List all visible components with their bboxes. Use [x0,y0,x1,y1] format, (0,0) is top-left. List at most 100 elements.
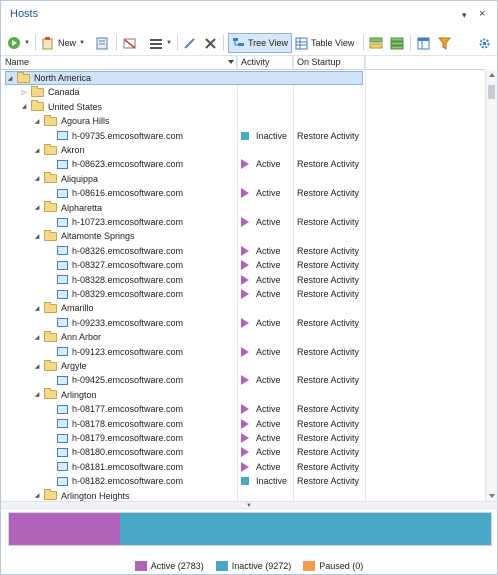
panel-splitter[interactable]: ▼ [1,501,497,509]
expand-arrow-icon[interactable]: ▷ [20,89,28,96]
list-options-icon [150,38,162,49]
on-startup-cell: Restore Activity [297,346,360,357]
on-startup-cell: Restore Activity [297,130,360,141]
host-name: h-09425.emcosoftware.com [72,375,184,386]
start-activity-button[interactable]: ▼ [7,33,30,53]
host-name: h-08177.emcosoftware.com [72,404,184,415]
computer-icon [57,246,68,256]
folder-icon [44,388,57,400]
table-row[interactable]: h-08178.emcosoftware.com Active Restore Ac… [1,417,485,431]
expand-all-button[interactable] [369,33,383,53]
column-header-activity[interactable]: Activity [237,56,293,70]
folder-icon [44,143,57,155]
tree-folder-row[interactable]: ◢ Aliquippa [1,172,485,186]
collapse-all-button[interactable] [390,33,404,53]
folder-label: Amarillo [61,303,94,314]
pin-icon[interactable]: ▾ [462,10,467,21]
table-row[interactable]: h-08181.emcosoftware.com Active Restore Ac… [1,460,485,474]
collapse-arrow-icon[interactable]: ◢ [6,75,14,82]
toolbar-separator [35,35,36,51]
tree-folder-row[interactable]: ◢ North America [1,71,485,85]
active-status-icon [241,245,249,256]
table-row[interactable]: h-08177.emcosoftware.com Active Restore Ac… [1,402,485,416]
name-cell: h-09735.emcosoftware.com [46,129,183,143]
on-startup-cell: Restore Activity [297,289,360,299]
collapse-arrow-icon[interactable]: ◢ [33,492,41,499]
activity-cell: Active [241,258,281,272]
table-row[interactable]: h-08326.emcosoftware.com Active Restore Ac… [1,244,485,258]
chevron-down-icon: ▼ [79,40,85,46]
table-row[interactable]: h-09233.emcosoftware.com Active Restore Ac… [1,316,485,330]
table-row[interactable]: h-08327.emcosoftware.com Active Restore Ac… [1,258,485,272]
host-name: h-08181.emcosoftware.com [72,461,184,472]
collapse-arrow-icon[interactable]: ◢ [33,147,41,154]
activity-summary-bar [8,512,492,546]
column-header-on-startup[interactable]: On Startup [293,56,365,70]
collapse-arrow-icon[interactable]: ◢ [33,175,41,182]
collapse-arrow-icon[interactable]: ◢ [20,103,28,110]
active-status-icon [241,217,249,227]
tree-folder-row[interactable]: ◢ Amarillo [1,301,485,315]
tree-folder-row[interactable]: ◢ Agoura Hills [1,114,485,128]
tree-folder-row[interactable]: ◢ Argyle [1,359,485,373]
scroll-up-icon[interactable] [489,73,495,77]
tree-view-button[interactable]: Tree View [228,33,293,53]
table-row[interactable]: h-08182.emcosoftware.com Inactive Restore … [1,474,485,488]
table-view-button[interactable]: Table View [295,33,354,53]
settings-button[interactable] [478,33,491,53]
folder-label: Argyle [61,361,87,371]
table-row[interactable]: h-10723.emcosoftware.com Active Restore Ac… [1,215,485,229]
collapse-arrow-icon[interactable]: ◢ [33,204,41,211]
tree-folder-row[interactable]: ◢ Arlington [1,388,485,402]
tree-folder-row[interactable]: ◢ Arlington Heights [1,489,485,501]
host-name: h-10723.emcosoftware.com [72,217,184,227]
scroll-down-icon[interactable] [489,494,495,498]
activity-status: Inactive [256,130,288,141]
table-row[interactable]: h-09123.emcosoftware.com Active Restore Ac… [1,345,485,359]
on-startup-cell: Restore Activity [297,375,360,386]
delete-button[interactable] [204,33,217,53]
tree-folder-row[interactable]: ◢ Ann Arbor [1,330,485,344]
collapse-arrow-icon[interactable]: ◢ [33,118,41,125]
table-row[interactable]: h-08180.emcosoftware.com Active Restore Ac… [1,445,485,459]
inactive-status-icon [241,477,249,486]
collapse-arrow-icon[interactable]: ◢ [33,233,41,240]
close-icon[interactable]: × [479,8,485,20]
table-row[interactable]: h-08623.emcosoftware.com Active Restore Ac… [1,157,485,171]
collapse-arrow-icon[interactable]: ◢ [33,305,41,312]
table-row[interactable]: h-09425.emcosoftware.com Active Restore Ac… [1,373,485,387]
on-startup-cell: Restore Activity [297,447,360,458]
filter-icon [438,37,451,50]
table-row[interactable]: h-09735.emcosoftware.com Inactive Restore … [1,129,485,143]
tree-folder-row[interactable]: ◢ Akron [1,143,485,157]
tree-folder-row[interactable]: ▷ Canada [1,85,485,99]
edit-button[interactable] [183,33,196,53]
collapse-arrow-icon[interactable]: ◢ [33,391,41,398]
clear-button[interactable] [123,33,137,53]
table-row[interactable]: h-08179.emcosoftware.com Active Restore Ac… [1,431,485,445]
vertical-scrollbar[interactable] [485,70,497,501]
folder-icon [44,229,57,241]
tree-folder-row[interactable]: ◢ Altamonte Springs [1,229,485,243]
tree-folder-row[interactable]: ◢ United States [1,100,485,114]
group-options-button[interactable]: ▼ [149,33,172,53]
columns-button[interactable] [417,33,430,53]
activity-status: Active [256,461,281,472]
table-row[interactable]: h-08616.emcosoftware.com Active Restore Ac… [1,186,485,200]
table-row[interactable]: h-08328.emcosoftware.com Active Restore Ac… [1,273,485,287]
column-header-name[interactable]: Name [1,56,237,70]
properties-button[interactable] [96,33,108,53]
new-button[interactable]: New ▼ [42,33,85,53]
legend-item-active: Active (2783) [134,559,204,573]
tree-folder-row[interactable]: ◢ Alpharetta [1,201,485,215]
table-view-icon [295,37,308,49]
computer-icon [57,375,68,385]
table-row[interactable]: h-08329.emcosoftware.com Active Restore Ac… [1,287,485,301]
name-cell: ◢ Arlington [33,388,97,402]
collapse-arrow-icon[interactable]: ◢ [33,334,41,341]
collapse-arrow-icon[interactable]: ◢ [33,363,41,370]
filter-button[interactable] [438,33,451,53]
scrollbar-thumb[interactable] [488,85,495,99]
toolbar-separator [363,35,364,51]
folder-icon [44,301,57,313]
